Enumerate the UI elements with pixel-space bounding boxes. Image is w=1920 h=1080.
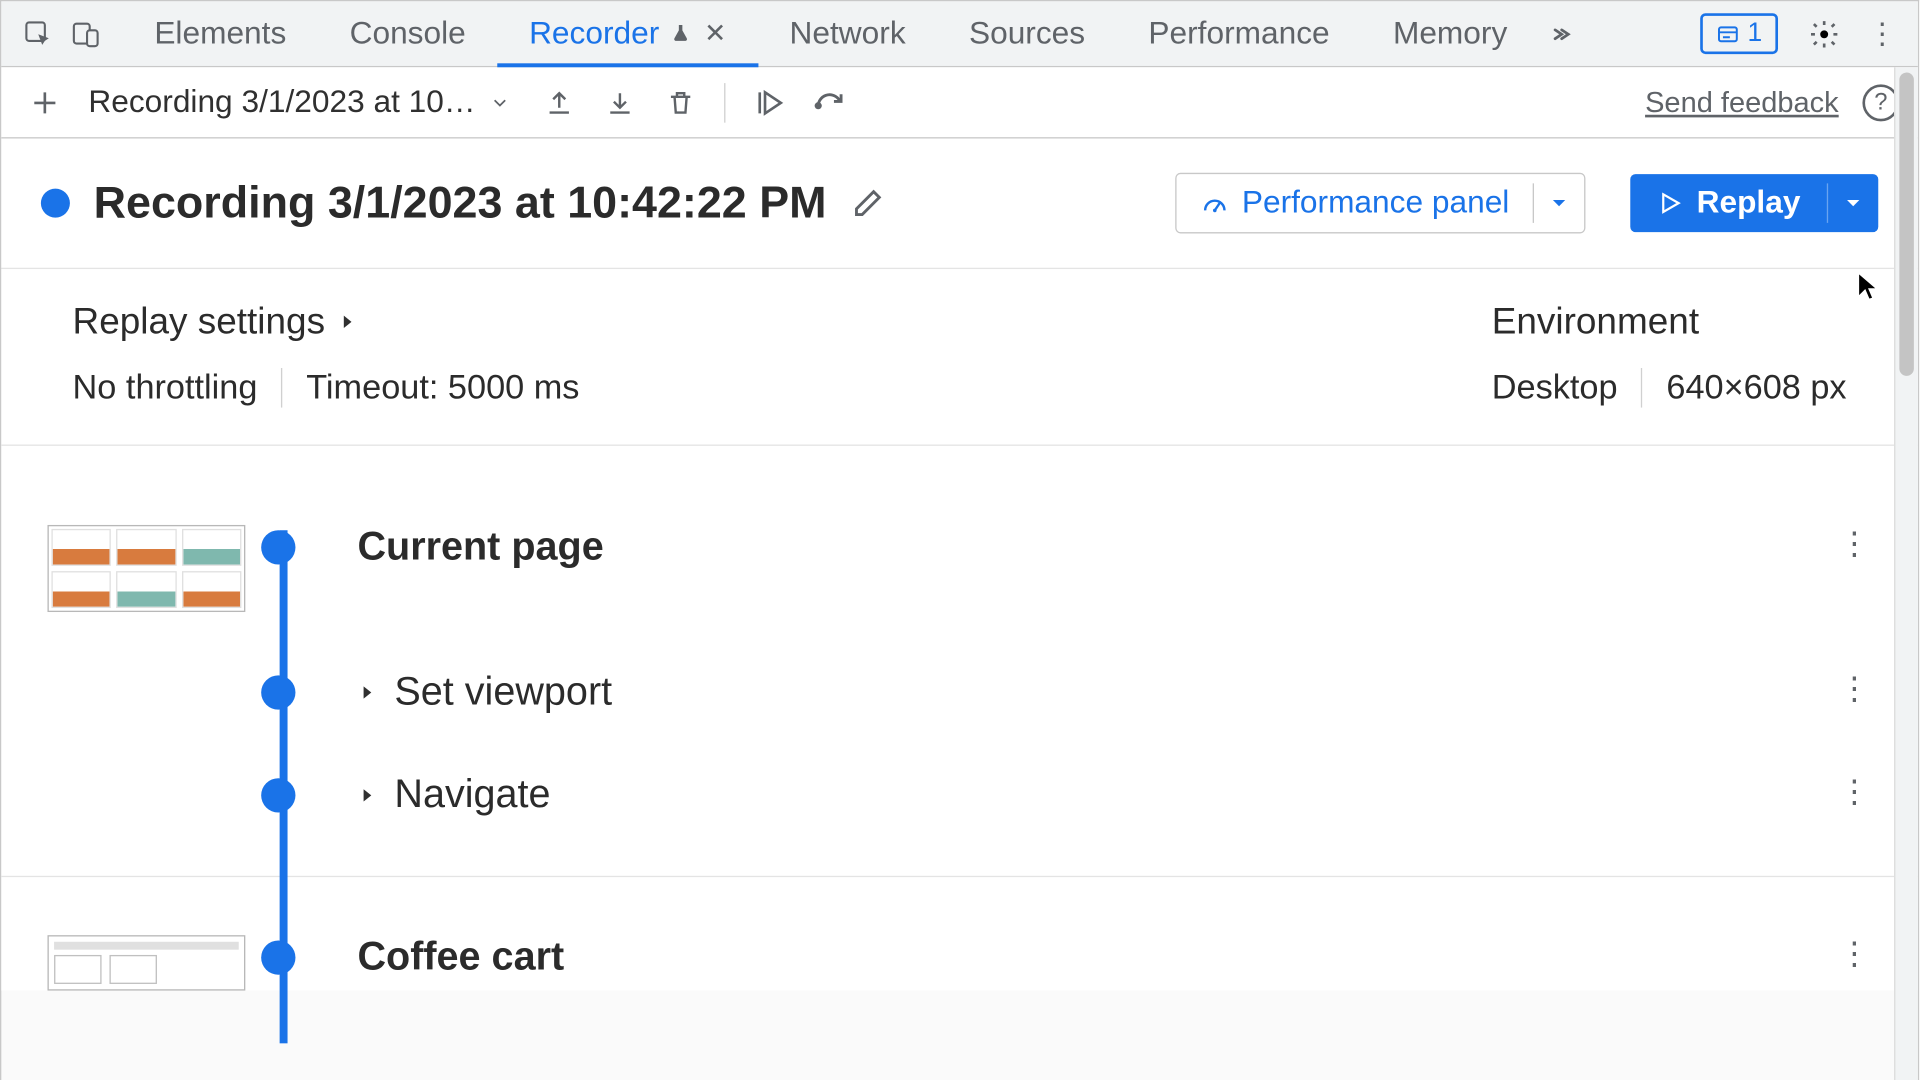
expand-step-icon[interactable] [357, 683, 375, 701]
tab-elements[interactable]: Elements [123, 1, 318, 66]
scrollbar[interactable] [1894, 67, 1918, 1080]
settings-icon[interactable] [1802, 18, 1847, 50]
overflow-tabs-icon[interactable] [1539, 20, 1584, 46]
timeout-value: Timeout: 5000 ms [306, 367, 579, 408]
play-icon [1657, 190, 1683, 216]
tab-network[interactable]: Network [758, 1, 937, 66]
performance-panel-dropdown[interactable] [1533, 183, 1584, 223]
step-label: Navigate [394, 773, 550, 818]
step-menu-icon[interactable]: ⋮ [1839, 935, 1879, 973]
caret-right-icon [338, 313, 356, 331]
performance-panel-label: Performance panel [1242, 185, 1509, 222]
device-toggle-icon[interactable] [67, 15, 104, 52]
step-menu-icon[interactable]: ⋮ [1839, 773, 1879, 811]
gauge-icon [1200, 189, 1229, 218]
environment-viewport: 640×608 px [1666, 367, 1846, 408]
replay-settings-heading[interactable]: Replay settings [73, 301, 1492, 343]
more-icon[interactable]: ⋮ [1860, 16, 1905, 50]
timeline-node-icon [261, 530, 295, 564]
flask-icon [670, 22, 694, 46]
timeline-node-icon [261, 675, 295, 709]
delete-icon[interactable] [655, 77, 705, 127]
tab-performance[interactable]: Performance [1117, 1, 1362, 66]
recorder-toolbar: Recording 3/1/2023 at 10… Send feedback … [1, 67, 1918, 138]
step-label: Coffee cart [357, 935, 564, 980]
step-label: Set viewport [394, 670, 612, 715]
screenshot-thumb[interactable] [47, 525, 245, 612]
step-label: Current page [357, 525, 603, 570]
tab-sources[interactable]: Sources [937, 1, 1116, 66]
expand-step-icon[interactable] [357, 786, 375, 804]
devtools-tabstrip: Elements Console Recorder ✕ Network Sour… [1, 1, 1918, 67]
issues-badge[interactable]: 1 [1700, 13, 1778, 54]
timeline-node-icon [261, 778, 295, 812]
scrollbar-thumb[interactable] [1899, 73, 1914, 376]
close-icon[interactable]: ✕ [704, 17, 726, 50]
screenshot-thumb[interactable] [47, 935, 245, 990]
send-feedback-link[interactable]: Send feedback [1645, 85, 1839, 119]
continue-icon[interactable] [743, 77, 793, 127]
recording-select[interactable]: Recording 3/1/2023 at 10… [88, 84, 509, 121]
replay-button[interactable]: Replay [1631, 174, 1879, 232]
chevron-down-icon [489, 92, 510, 113]
steps-timeline: Current page ⋮ Set viewport ⋮ Naviga [1, 445, 1918, 991]
replay-dropdown[interactable] [1827, 183, 1878, 223]
step-menu-icon[interactable]: ⋮ [1839, 525, 1879, 563]
step-set-viewport: Set viewport ⋮ [1, 670, 1918, 773]
step-icon[interactable] [804, 77, 854, 127]
recording-title: Recording 3/1/2023 at 10:42:22 PM [94, 177, 827, 228]
tab-console[interactable]: Console [318, 1, 497, 66]
new-recording-button[interactable] [20, 77, 70, 127]
step-coffee-cart: Coffee cart ⋮ [1, 935, 1918, 990]
recording-header: Recording 3/1/2023 at 10:42:22 PM Perfor… [1, 138, 1918, 267]
recording-select-label: Recording 3/1/2023 at 10… [88, 84, 475, 121]
timeline-node-icon [261, 940, 295, 974]
performance-panel-button[interactable]: Performance panel [1175, 173, 1586, 234]
step-current-page: Current page ⋮ [1, 525, 1918, 670]
step-menu-icon[interactable]: ⋮ [1839, 670, 1879, 708]
environment-heading: Environment [1492, 301, 1847, 343]
tab-memory[interactable]: Memory [1361, 1, 1539, 66]
export-icon[interactable] [594, 77, 644, 127]
replay-settings-section: Replay settings No throttling Timeout: 5… [1, 269, 1918, 444]
record-dot-icon [41, 189, 70, 218]
inspect-icon[interactable] [20, 15, 57, 52]
import-icon[interactable] [534, 77, 584, 127]
throttling-value: No throttling [73, 367, 258, 408]
replay-label: Replay [1697, 185, 1801, 222]
step-navigate: Navigate ⋮ [1, 773, 1918, 876]
environment-device: Desktop [1492, 367, 1618, 408]
edit-title-icon[interactable] [850, 186, 884, 220]
issues-count: 1 [1748, 18, 1763, 48]
tab-recorder[interactable]: Recorder ✕ [497, 1, 757, 66]
